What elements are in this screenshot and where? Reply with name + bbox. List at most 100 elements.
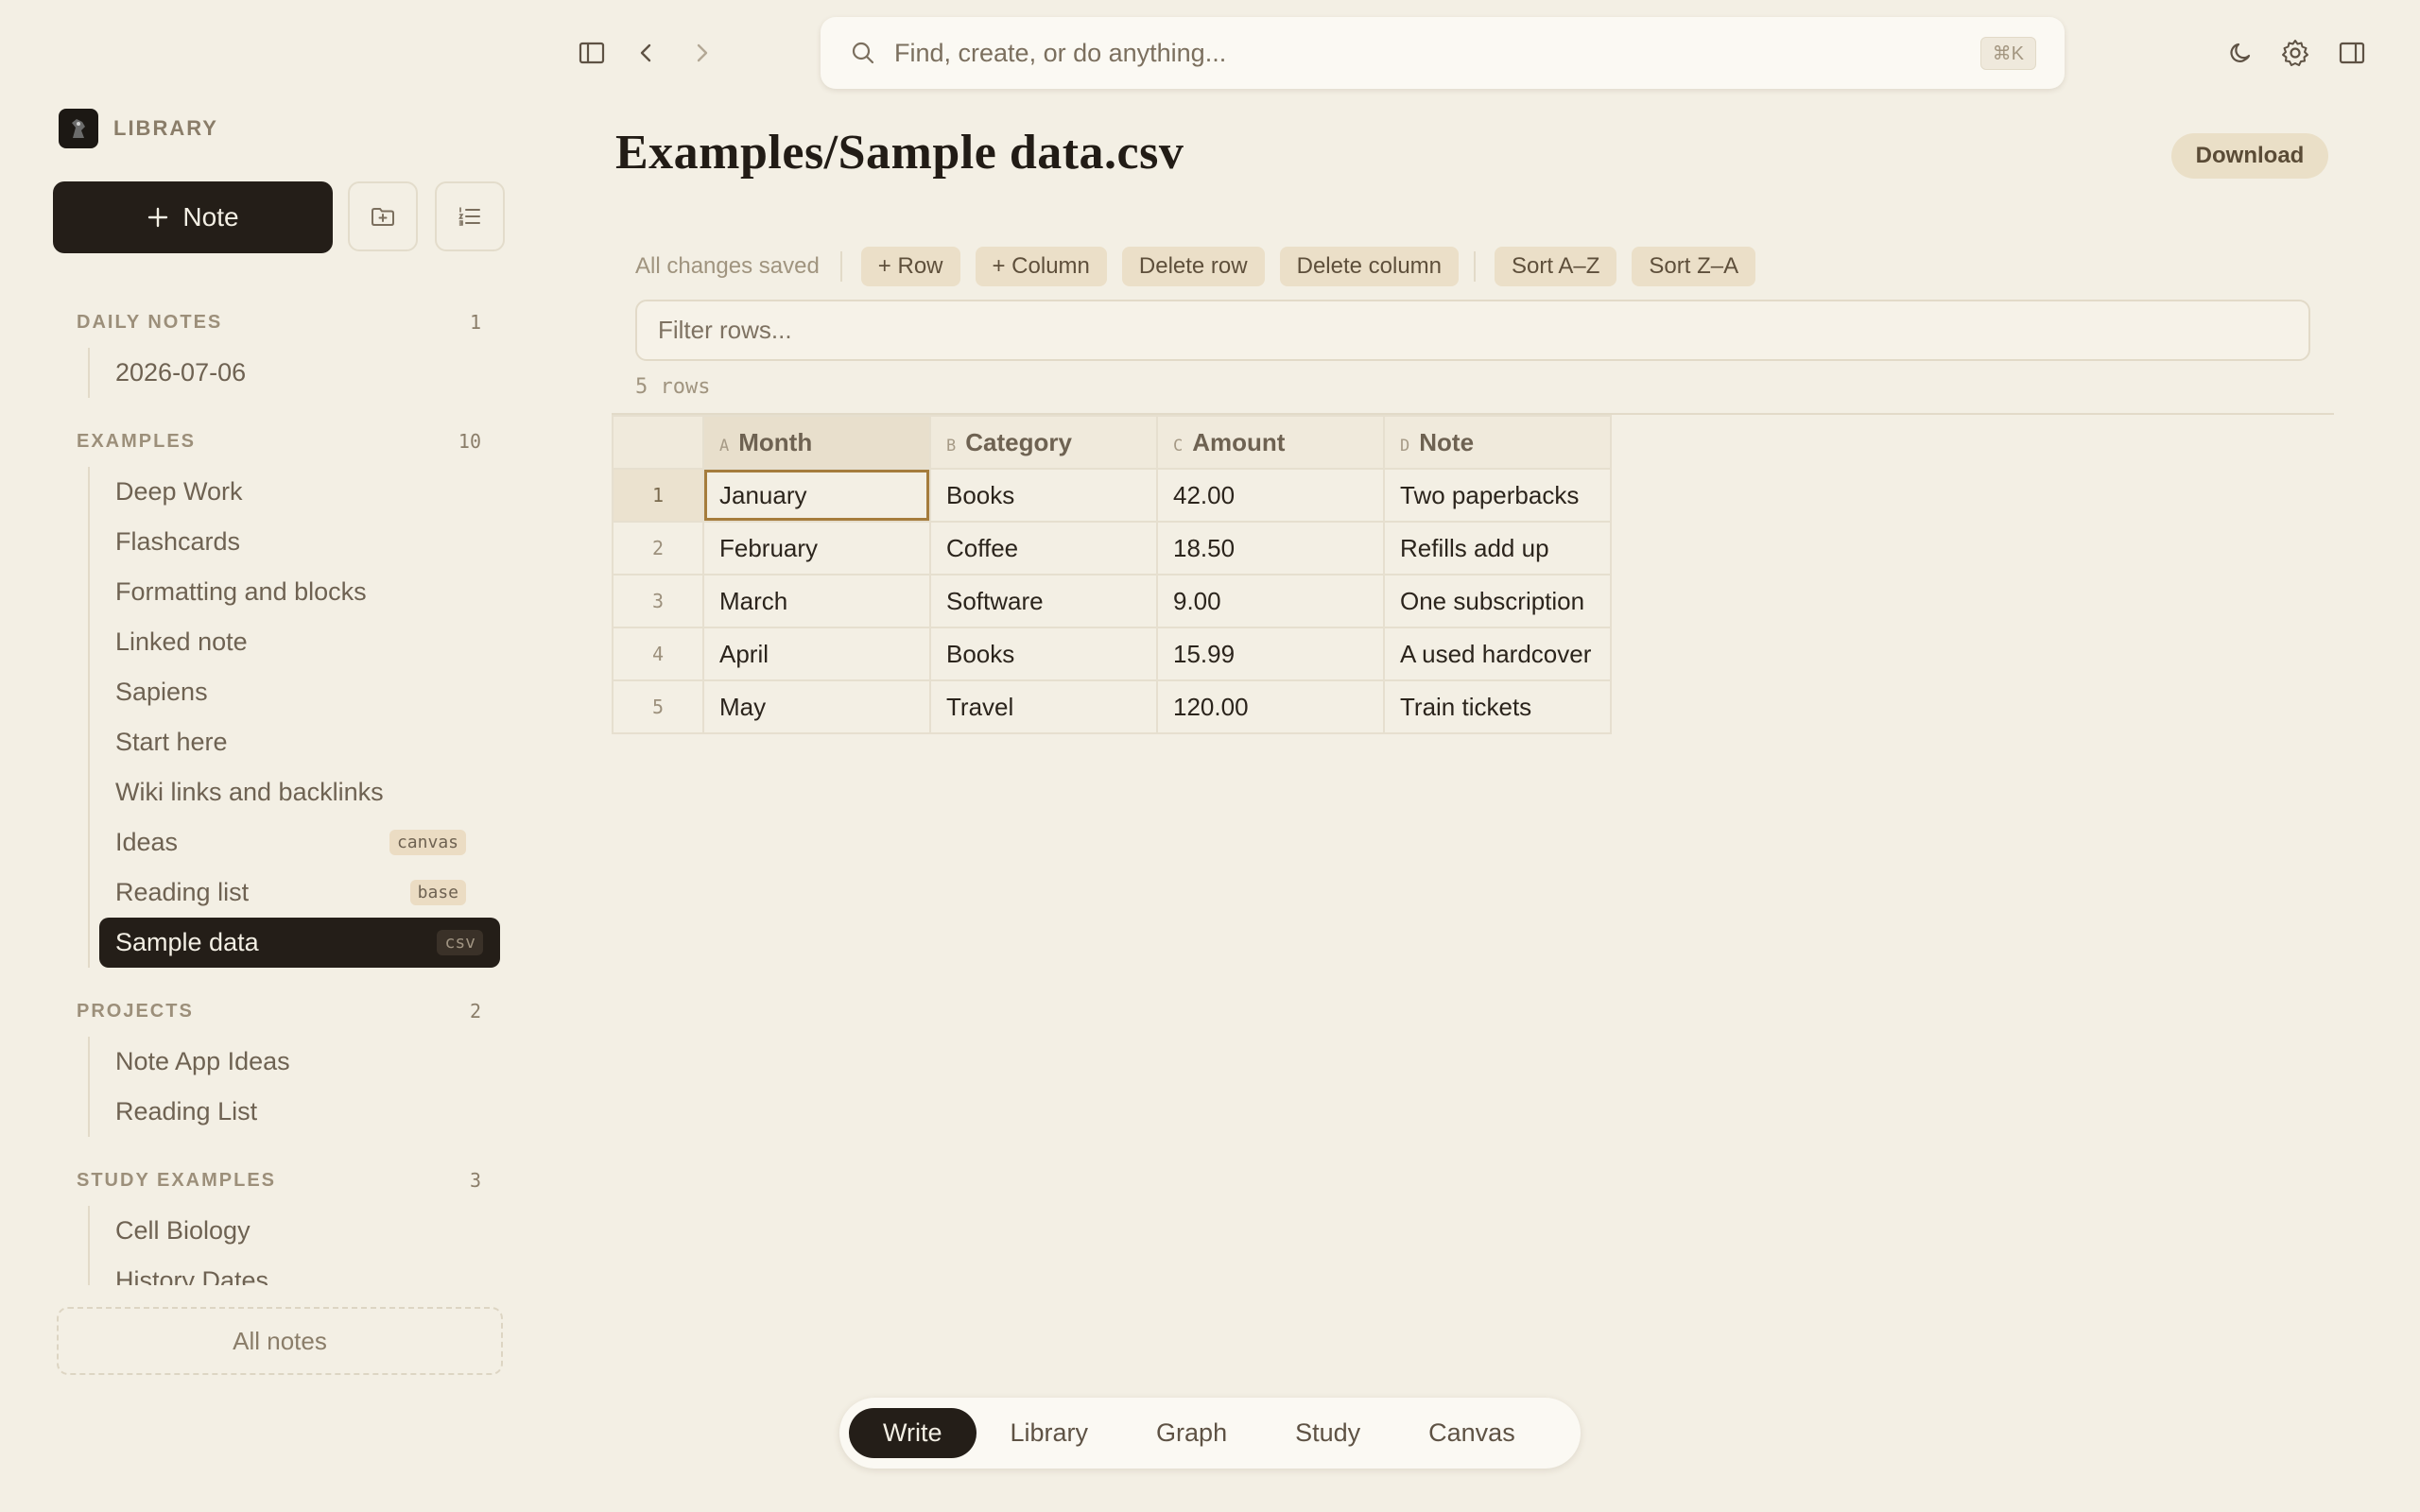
- section-count: 2: [469, 1000, 481, 1022]
- column-name: Category: [965, 427, 1072, 456]
- table-cell[interactable]: 9.00: [1156, 574, 1385, 628]
- sidebar-item-start-here[interactable]: Start here: [90, 717, 483, 767]
- row-number[interactable]: 3: [612, 574, 704, 628]
- sidebar-tree: DAILY NOTES 1 2026-07-06 EXAMPLES 10 Dee…: [0, 0, 529, 1285]
- forward-arrow-icon[interactable]: [683, 34, 720, 72]
- section-header[interactable]: PROJECTS 2: [77, 997, 483, 1025]
- dark-mode-moon-icon[interactable]: [2221, 34, 2259, 72]
- toggle-sidebar-icon[interactable]: [573, 34, 611, 72]
- back-arrow-icon[interactable]: [628, 34, 666, 72]
- row-number[interactable]: 4: [612, 627, 704, 681]
- add-row-button[interactable]: + Row: [860, 247, 960, 286]
- table-cell[interactable]: Books: [929, 468, 1158, 523]
- nav-write[interactable]: Write: [849, 1408, 977, 1458]
- sidebar-item-label: History Dates: [115, 1266, 269, 1285]
- column-header-amount[interactable]: C Amount: [1156, 415, 1385, 470]
- column-name: Amount: [1192, 427, 1286, 456]
- toggle-right-panel-icon[interactable]: [2333, 34, 2371, 72]
- table-row: 5 May Travel 120.00 Train tickets: [612, 679, 1612, 734]
- filter-rows-input[interactable]: [658, 316, 2288, 345]
- sort-descending-button[interactable]: Sort Z–A: [1632, 247, 1756, 286]
- table-cell[interactable]: A used hardcover: [1383, 627, 1612, 681]
- row-number[interactable]: 1: [612, 468, 704, 523]
- download-button[interactable]: Download: [2171, 133, 2328, 179]
- column-header-note[interactable]: D Note: [1383, 415, 1612, 470]
- section-header[interactable]: DAILY NOTES 1: [77, 308, 483, 336]
- table-cell[interactable]: 42.00: [1156, 468, 1385, 523]
- nav-library[interactable]: Library: [977, 1408, 1123, 1458]
- sidebar-item-linked-note[interactable]: Linked note: [90, 617, 483, 667]
- search-input[interactable]: [894, 38, 1980, 68]
- section-title: DAILY NOTES: [77, 311, 223, 333]
- row-number[interactable]: 5: [612, 679, 704, 734]
- filter-rows-field[interactable]: [635, 300, 2310, 361]
- sidebar-item-wiki-links[interactable]: Wiki links and backlinks: [90, 767, 483, 817]
- corner-cell[interactable]: [612, 415, 704, 470]
- section-items: Deep Work Flashcards Formatting and bloc…: [88, 467, 500, 968]
- toolbar-divider: [839, 251, 842, 282]
- sidebar-item-label: Formatting and blocks: [115, 577, 367, 606]
- csv-toolbar: All changes saved + Row + Column Delete …: [635, 247, 1771, 286]
- table-cell[interactable]: March: [702, 574, 931, 628]
- row-number[interactable]: 2: [612, 521, 704, 576]
- sidebar-item-label: 2026-07-06: [115, 358, 247, 387]
- table-cell[interactable]: May: [702, 679, 931, 734]
- table-cell[interactable]: Books: [929, 627, 1158, 681]
- toolbar-divider: [1474, 251, 1477, 282]
- row-count: 5 rows: [635, 375, 711, 399]
- sidebar-item-2026-07-06[interactable]: 2026-07-06: [90, 348, 483, 398]
- sidebar-item-history-dates[interactable]: History Dates: [90, 1256, 483, 1285]
- sidebar-item-reading-list[interactable]: Reading list base: [90, 868, 483, 918]
- table-cell[interactable]: Coffee: [929, 521, 1158, 576]
- section-title: PROJECTS: [77, 1000, 194, 1022]
- file-type-badge: base: [409, 880, 466, 905]
- sidebar-item-flashcards[interactable]: Flashcards: [90, 517, 483, 567]
- settings-gear-icon[interactable]: [2276, 34, 2314, 72]
- table-cell[interactable]: Train tickets: [1383, 679, 1612, 734]
- table-cell-selected[interactable]: January: [702, 468, 931, 523]
- sidebar-item-note-app-ideas[interactable]: Note App Ideas: [90, 1037, 483, 1087]
- sidebar-item-label: Note App Ideas: [115, 1047, 290, 1075]
- sidebar-item-deep-work[interactable]: Deep Work: [90, 467, 483, 517]
- nav-graph[interactable]: Graph: [1122, 1408, 1261, 1458]
- sidebar-item-formatting-and-blocks[interactable]: Formatting and blocks: [90, 567, 483, 617]
- section-header[interactable]: EXAMPLES 10: [77, 427, 483, 455]
- sort-ascending-button[interactable]: Sort A–Z: [1495, 247, 1617, 286]
- delete-column-button[interactable]: Delete column: [1279, 247, 1460, 286]
- sidebar-item-label: Deep Work: [115, 477, 243, 506]
- all-notes-button[interactable]: All notes: [57, 1307, 503, 1375]
- table-row: 4 April Books 15.99 A used hardcover: [612, 627, 1612, 681]
- column-letter: D: [1400, 436, 1410, 455]
- sidebar-item-sapiens[interactable]: Sapiens: [90, 667, 483, 717]
- section-count: 3: [469, 1169, 481, 1192]
- csv-table: A Month B Category C Amount D Note 1 January…: [612, 415, 1612, 734]
- delete-row-button[interactable]: Delete row: [1121, 247, 1265, 286]
- sidebar-item-reading-list-project[interactable]: Reading List: [90, 1087, 483, 1137]
- table-cell[interactable]: April: [702, 627, 931, 681]
- table-header-row: A Month B Category C Amount D Note: [612, 415, 1612, 470]
- command-search-bar[interactable]: ⌘K: [821, 17, 2065, 89]
- column-letter: C: [1173, 436, 1184, 455]
- table-cell[interactable]: Software: [929, 574, 1158, 628]
- section-header[interactable]: STUDY EXAMPLES 3: [77, 1166, 483, 1194]
- column-header-category[interactable]: B Category: [929, 415, 1158, 470]
- table-cell[interactable]: 120.00: [1156, 679, 1385, 734]
- section-count: 1: [469, 311, 481, 334]
- table-cell[interactable]: Two paperbacks: [1383, 468, 1612, 523]
- sidebar-item-ideas[interactable]: Ideas canvas: [90, 817, 483, 868]
- column-header-month[interactable]: A Month: [702, 415, 931, 470]
- add-column-button[interactable]: + Column: [975, 247, 1107, 286]
- table-cell[interactable]: 15.99: [1156, 627, 1385, 681]
- table-cell[interactable]: Refills add up: [1383, 521, 1612, 576]
- section-count: 10: [458, 430, 481, 453]
- sidebar-item-label: Linked note: [115, 627, 248, 656]
- sidebar-item-cell-biology[interactable]: Cell Biology: [90, 1206, 483, 1256]
- table-cell[interactable]: One subscription: [1383, 574, 1612, 628]
- table-cell[interactable]: Travel: [929, 679, 1158, 734]
- nav-study[interactable]: Study: [1261, 1408, 1394, 1458]
- sidebar-item-sample-data[interactable]: Sample data csv: [99, 918, 500, 968]
- column-name: Month: [738, 427, 813, 456]
- nav-canvas[interactable]: Canvas: [1394, 1408, 1549, 1458]
- table-cell[interactable]: February: [702, 521, 931, 576]
- table-cell[interactable]: 18.50: [1156, 521, 1385, 576]
